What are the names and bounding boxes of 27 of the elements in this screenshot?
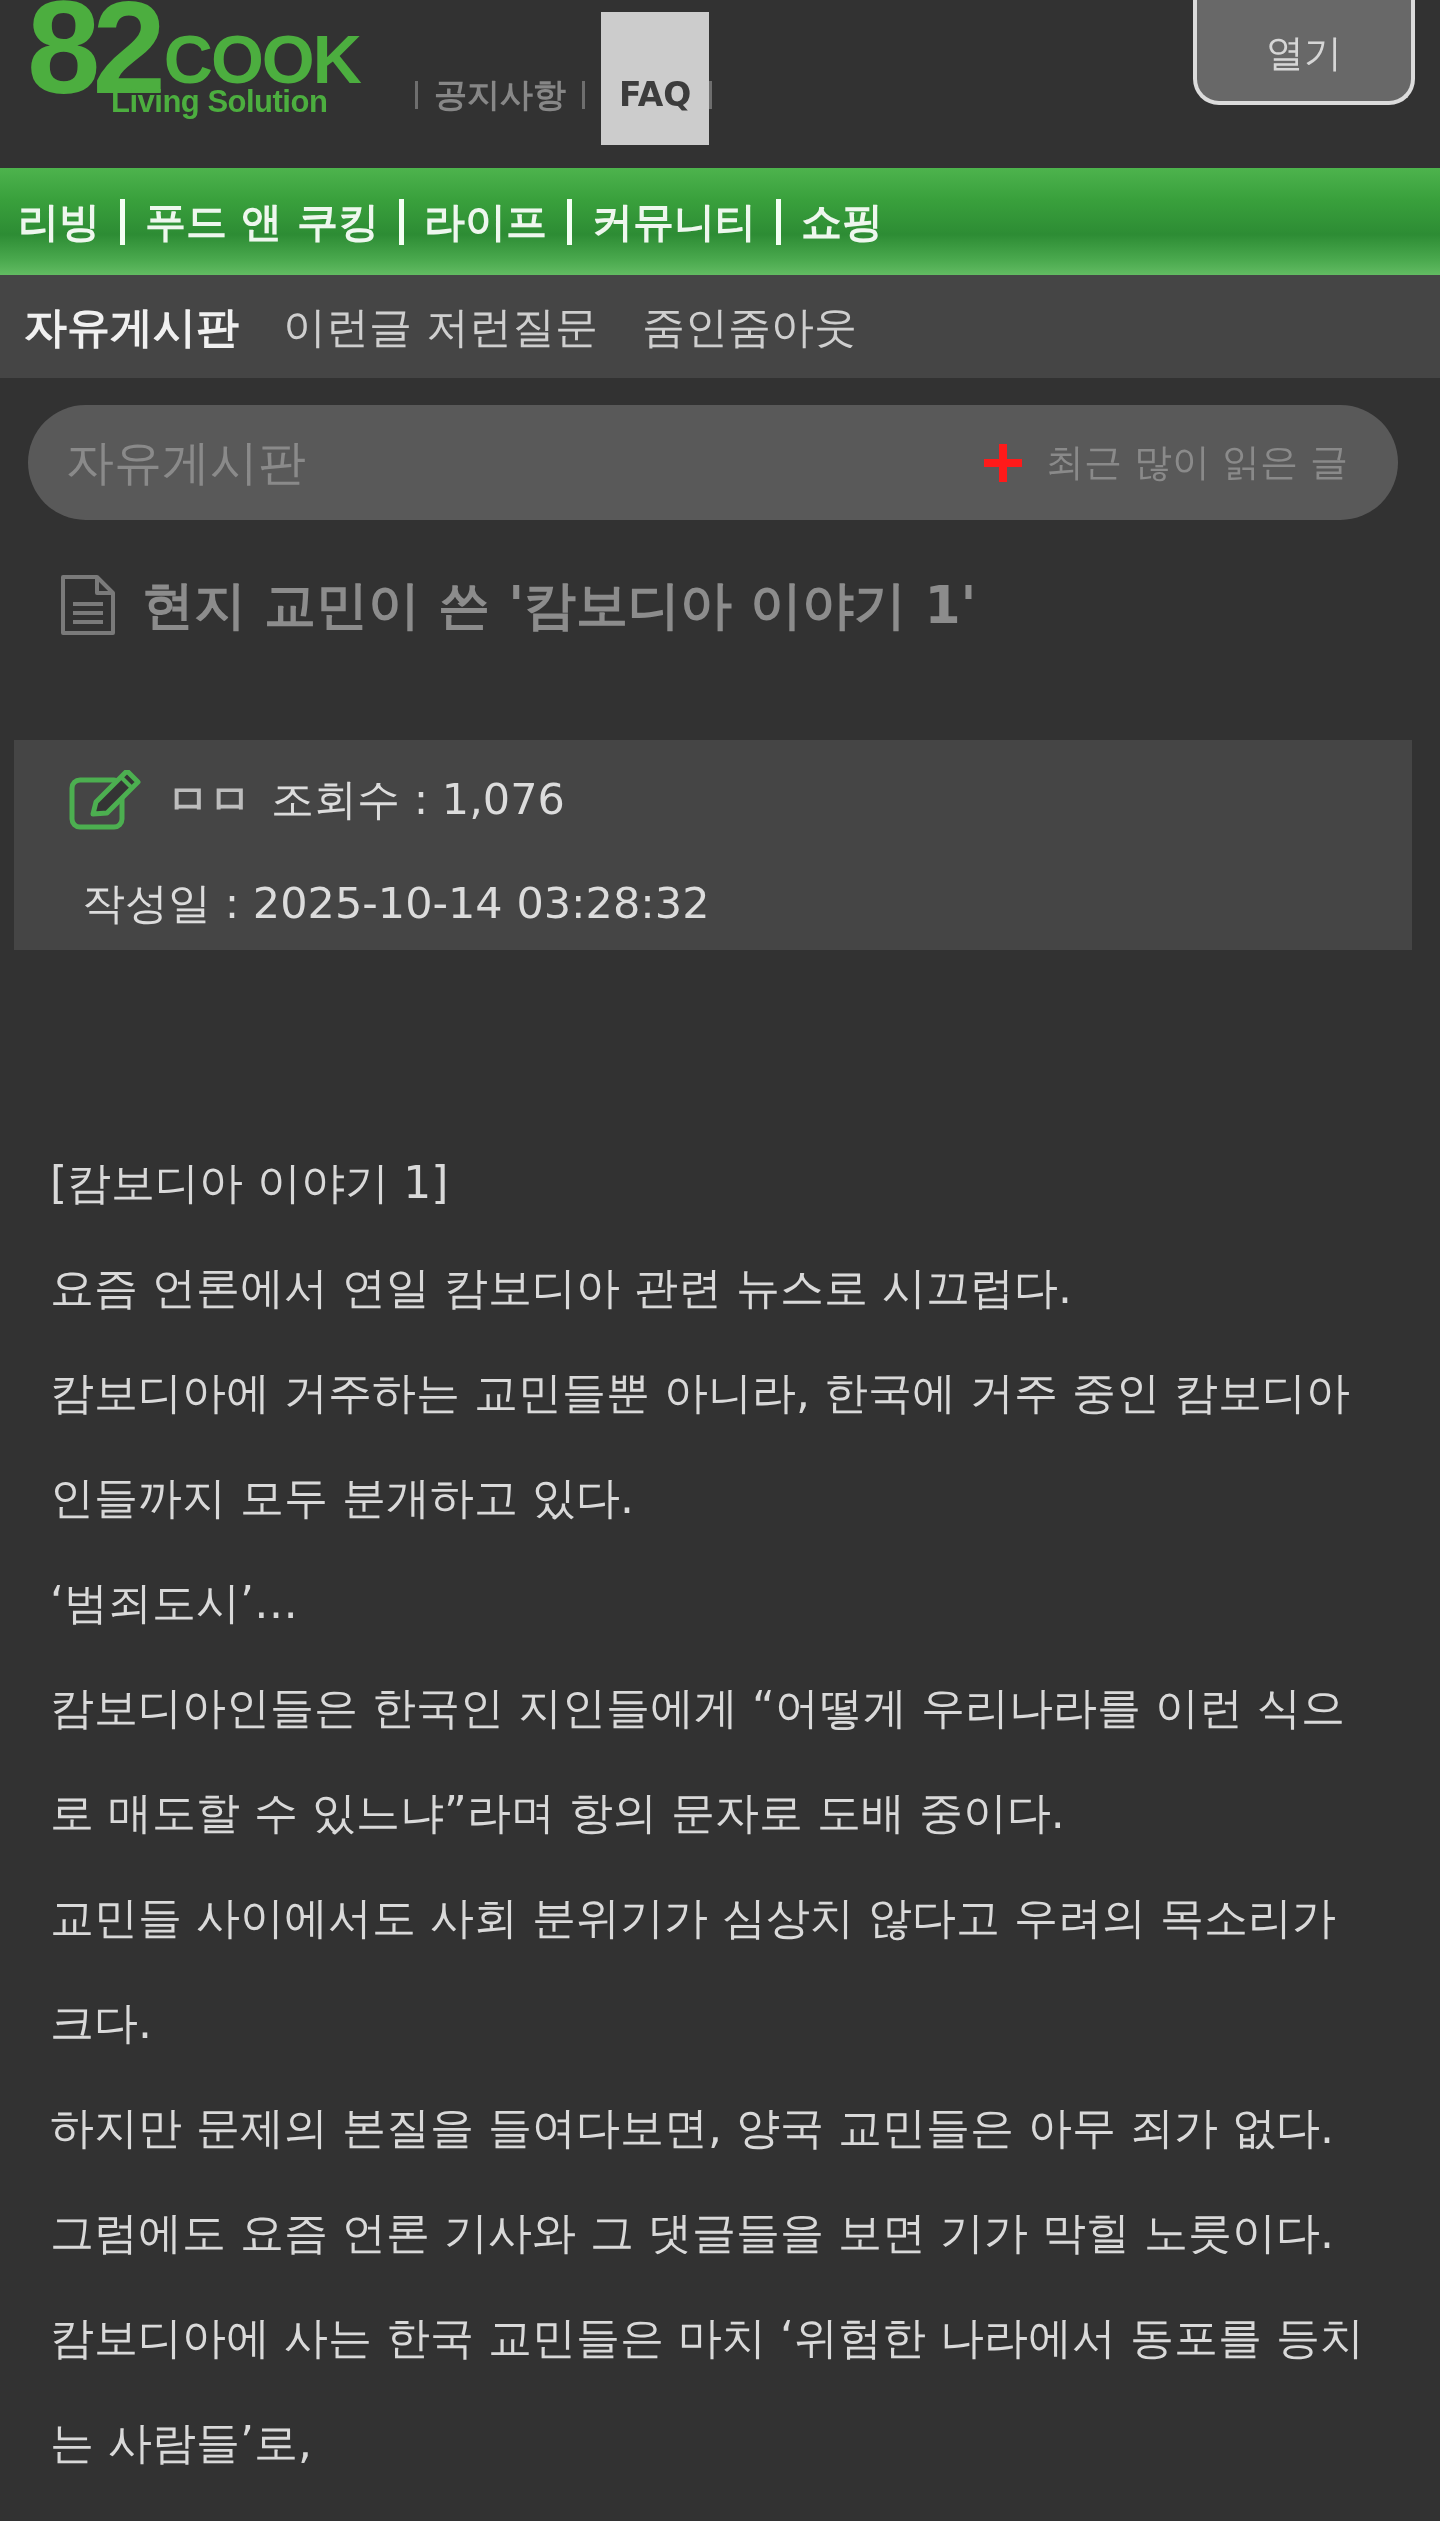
- post-title: 현지 교민이 쓴 '캄보디아 이야기 1': [142, 574, 977, 637]
- post-date: 작성일 : 2025-10-14 03:28:32: [82, 877, 710, 930]
- body-paragraph: 그럼에도 요즘 언론 기사와 그 댓글들을 보면 기가 막힐 노릇이다.: [50, 2206, 1335, 2260]
- nav-link[interactable]: 쇼핑: [800, 196, 883, 247]
- sub-nav-tab[interactable]: 줌인줌아웃: [641, 299, 857, 354]
- body-paragraph: 캄보디아에 사는 한국 교민들은 마치 ‘위험한 나라에서 동포를 등치는 사람들’로,: [50, 2311, 1365, 2470]
- body-paragraph: ‘범죄도시’…: [50, 1576, 299, 1630]
- sub-nav-tab[interactable]: 자유게시판: [24, 299, 239, 354]
- author-name: ㅁㅁ: [167, 774, 251, 826]
- body-paragraph: 캄보디아인들은 한국인 지인들에게 “어떻게 우리나라를 이런 식으로 매도할 수 있느냐”라며 항의 문자로 도배 중이다.: [50, 1681, 1346, 1840]
- body-paragraph: 요즘 언론에서 연일 캄보디아 관련 뉴스로 시끄럽다.: [50, 1261, 1073, 1315]
- body-paragraph: [캄보디아 이야기 1]: [50, 1156, 450, 1210]
- nav-link[interactable]: 커뮤니티: [591, 196, 756, 247]
- nav-link[interactable]: 라이프: [423, 196, 547, 247]
- sub-nav-tab[interactable]: 이런글 저런질문: [283, 299, 598, 354]
- nav-link[interactable]: 푸드 앤 쿠킹: [145, 196, 379, 247]
- login-button[interactable]: 열기: [1193, 0, 1415, 105]
- plus-icon: [983, 443, 1022, 482]
- nav-link[interactable]: 리빙: [18, 196, 100, 247]
- body-paragraph: 캄보디아에 거주하는 교민들뿐 아니라, 한국에 거주 중인 캄보디아인들까지 모두 분개하고 있다.: [50, 1366, 1351, 1525]
- header-link[interactable]: FAQ: [601, 12, 710, 145]
- view-count: 조회수 : 1,076: [271, 773, 565, 826]
- body-paragraph: 하지만 문제의 본질을 들여다보면, 양국 교민들은 아무 죄가 없다.: [50, 2101, 1335, 2155]
- site-logo[interactable]: 82COOK Living Solution: [27, 0, 383, 118]
- document-icon: [60, 574, 116, 636]
- header-link[interactable]: 공지사항: [434, 75, 566, 115]
- body-paragraph: 교민들 사이에서도 사회 분위기가 심상치 않다고 우려의 목소리가 크다.: [50, 1891, 1337, 2050]
